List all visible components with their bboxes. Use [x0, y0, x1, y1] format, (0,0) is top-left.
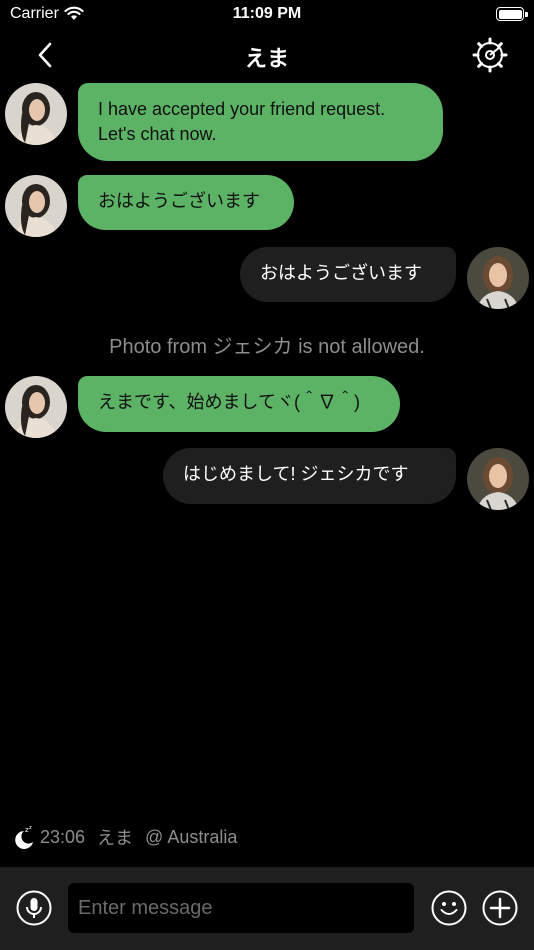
presence-location: @ Australia [145, 826, 238, 847]
avatar-contact[interactable] [5, 175, 67, 237]
avatar-contact[interactable] [5, 83, 67, 145]
message-bubble-outgoing[interactable]: はじめまして! ジェシカです [163, 448, 456, 504]
message-bubble-incoming[interactable]: おはようございます [78, 175, 294, 230]
presence-name: えま [97, 828, 134, 848]
message-bubble-incoming[interactable]: I have accepted your friend request. Let… [78, 83, 443, 161]
message-bubble-outgoing[interactable]: おはようございます [240, 247, 456, 302]
message-bubble-incoming[interactable]: えまです、始めましてヾ(＾∇＾) [78, 376, 400, 432]
user-photo-icon [467, 448, 529, 510]
message-input[interactable] [68, 883, 414, 933]
user-photo-icon [467, 247, 529, 309]
emoji-button[interactable] [431, 890, 467, 926]
gear-icon [472, 37, 508, 73]
contact-photo-icon [5, 175, 67, 237]
moon-sleep-icon: z z [15, 825, 33, 849]
avatar-contact[interactable] [5, 376, 67, 438]
presence-time: 23:06 [40, 826, 86, 847]
clock: 11:09 PM [232, 5, 302, 22]
battery-icon [496, 7, 528, 21]
input-bar [0, 867, 534, 950]
svg-text:z: z [29, 825, 32, 831]
microphone-icon [16, 890, 52, 926]
add-button[interactable] [482, 890, 518, 926]
nav-bar: えま [0, 30, 534, 80]
contact-photo-icon [5, 83, 67, 145]
avatar-self[interactable] [467, 247, 529, 309]
avatar-self[interactable] [467, 448, 529, 510]
system-note: Photo from ジェシカ is not allowed. [109, 336, 425, 358]
settings-button[interactable] [472, 37, 508, 73]
presence-status: z z 23:06 えま @ Australia [12, 822, 249, 852]
smiley-icon [431, 890, 467, 926]
page-title: えま [244, 47, 289, 72]
contact-photo-icon [5, 376, 67, 438]
status-bar: Carrier 11:09 PM [0, 0, 534, 30]
mic-button[interactable] [16, 890, 52, 926]
plus-circle-icon [482, 890, 518, 926]
